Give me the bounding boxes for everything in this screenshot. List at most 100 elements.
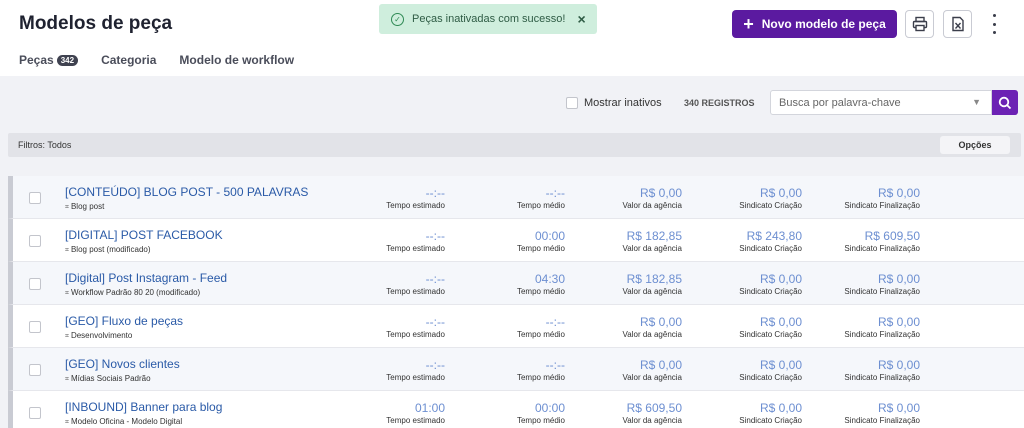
label: Sindicato Finalização [844,287,920,296]
value: --:-- [425,186,445,200]
value: R$ 0,00 [759,272,802,286]
union-finalization: R$ 0,00 Sindicato Finalização [810,186,920,210]
tab-categoria[interactable]: Categoria [101,53,156,67]
list-item[interactable]: [DIGITAL] POST FACEBOOK ⌗ Blog post (modi… [8,219,1024,262]
average-time: --:-- Tempo médio [455,358,565,382]
export-excel-button[interactable] [943,10,972,38]
label: Valor da agência [622,416,682,425]
value: R$ 0,00 [759,358,802,372]
label: Tempo estimado [386,287,445,296]
label: Valor da agência [622,201,682,210]
label: Sindicato Criação [739,244,802,253]
list-item[interactable]: [Digital] Post Instagram - Feed ⌗ Workflo… [8,262,1024,305]
label: Sindicato Finalização [844,330,920,339]
row-title[interactable]: [CONTEÚDO] BLOG POST - 500 PALAVRAS [65,185,308,199]
value: R$ 0,00 [639,315,682,329]
more-vertical-icon[interactable] [987,14,1001,34]
agency-value: R$ 609,50 Valor da agência [572,401,682,425]
value: --:-- [545,315,565,329]
label: Sindicato Criação [739,201,802,210]
list-item[interactable]: [INBOUND] Banner para blog ⌗ Modelo Ofici… [8,391,1024,428]
workflow-icon: ⌗ [65,204,69,211]
show-inactive-checkbox[interactable] [566,97,578,109]
row-workflow: ⌗ Workflow Padrão 80 20 (modificado) [65,288,200,298]
row-title[interactable]: [GEO] Fluxo de peças [65,314,183,328]
value: R$ 609,50 [864,229,920,243]
new-model-button[interactable]: + Novo modelo de peça [732,10,897,38]
tab-label: Categoria [101,53,157,67]
tab-pecas[interactable]: Peças 342 [19,53,79,67]
value: --:-- [545,358,565,372]
workflow-icon: ⌗ [65,419,69,426]
agency-value: R$ 182,85 Valor da agência [572,272,682,296]
list-item[interactable]: [GEO] Novos clientes ⌗ Mídias Sociais Pad… [8,348,1024,391]
value: 00:00 [534,229,565,243]
close-icon[interactable]: × [577,11,585,27]
row-title[interactable]: [GEO] Novos clientes [65,357,180,371]
workflow-name: Workflow Padrão 80 20 (modificado) [70,288,201,297]
label: Tempo médio [516,416,565,425]
label: Tempo estimado [386,244,445,253]
average-time: 00:00 Tempo médio [455,401,565,425]
label: Tempo médio [516,287,565,296]
average-time: --:-- Tempo médio [455,315,565,339]
row-title[interactable]: [INBOUND] Banner para blog [65,400,222,414]
list-item[interactable]: [GEO] Fluxo de peças ⌗ Desenvolvimento --… [8,305,1024,348]
row-checkbox[interactable] [29,364,41,376]
search-button[interactable] [992,90,1018,115]
page-title: Modelos de peça [19,13,173,34]
label: Valor da agência [622,244,682,253]
value: R$ 0,00 [759,186,802,200]
agency-value: R$ 0,00 Valor da agência [572,186,682,210]
row-checkbox[interactable] [29,192,41,204]
plus-icon: + [743,14,754,34]
estimated-time: --:-- Tempo estimado [335,272,445,296]
value: R$ 0,00 [877,186,920,200]
excel-icon [951,16,964,32]
row-title[interactable]: [Digital] Post Instagram - Feed [65,271,227,285]
search-input[interactable]: Busca por palavra-chave ▼ [770,90,992,115]
estimated-time: --:-- Tempo estimado [335,229,445,253]
search-placeholder: Busca por palavra-chave [779,96,901,109]
row-checkbox[interactable] [29,235,41,247]
label: Tempo estimado [386,330,445,339]
estimated-time: --:-- Tempo estimado [335,186,445,210]
value: --:-- [425,272,445,286]
options-button[interactable]: Opções [940,136,1010,154]
row-checkbox[interactable] [29,321,41,333]
label: Sindicato Criação [739,416,802,425]
value: R$ 243,80 [746,229,802,243]
filter-label: Filtros: Todos [18,140,72,150]
row-checkbox[interactable] [29,278,41,290]
value: R$ 182,85 [626,229,682,243]
label: Valor da agência [622,287,682,296]
union-creation: R$ 243,80 Sindicato Criação [692,229,802,253]
success-toast: ✓ Peças inativadas com sucesso! × [379,4,597,34]
show-inactive-label: Mostrar inativos [584,97,662,109]
tabs: Peças 342 Categoria Modelo de workflow [19,53,294,67]
show-inactive-toggle[interactable]: Mostrar inativos [566,91,662,115]
list-item[interactable]: [CONTEÚDO] BLOG POST - 500 PALAVRAS ⌗ Blo… [8,176,1024,219]
average-time: --:-- Tempo médio [455,186,565,210]
workflow-icon: ⌗ [65,376,69,383]
union-finalization: R$ 0,00 Sindicato Finalização [810,358,920,382]
label: Sindicato Finalização [844,416,920,425]
row-title[interactable]: [DIGITAL] POST FACEBOOK [65,228,223,242]
average-time: 04:30 Tempo médio [455,272,565,296]
toast-message: Peças inativadas com sucesso! [412,13,566,25]
value: R$ 0,00 [639,186,682,200]
print-button[interactable] [905,10,934,38]
row-checkbox[interactable] [29,407,41,419]
tab-modelo-workflow[interactable]: Modelo de workflow [179,53,294,67]
value: R$ 0,00 [877,358,920,372]
chevron-down-icon[interactable]: ▼ [972,97,981,107]
union-finalization: R$ 0,00 Sindicato Finalização [810,315,920,339]
average-time: 00:00 Tempo médio [455,229,565,253]
value: R$ 0,00 [877,272,920,286]
filter-bar: Filtros: Todos Opções [8,133,1021,157]
value: R$ 0,00 [759,401,802,415]
workflow-icon: ⌗ [65,290,69,297]
label: Sindicato Criação [739,330,802,339]
union-creation: R$ 0,00 Sindicato Criação [692,401,802,425]
value: R$ 0,00 [759,315,802,329]
